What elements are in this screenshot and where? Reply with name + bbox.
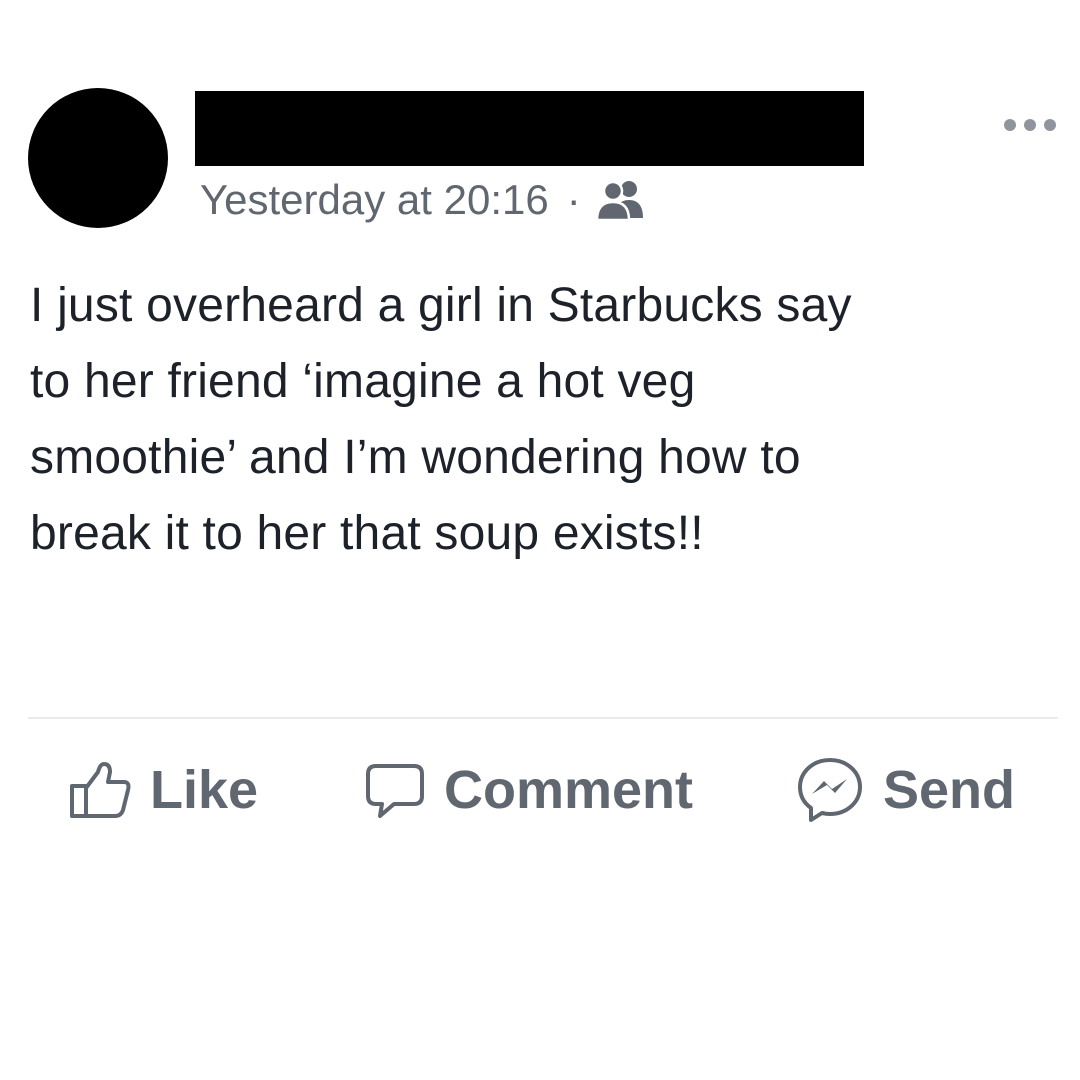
comment-button[interactable]: Comment [364, 752, 693, 828]
messenger-icon [798, 758, 862, 822]
more-horizontal-icon [1004, 119, 1056, 131]
author-name-redacted[interactable] [195, 91, 864, 166]
send-button[interactable]: Send [795, 752, 1015, 828]
more-options-button[interactable] [1000, 113, 1060, 137]
thumbs-up-icon [70, 762, 131, 818]
author-avatar[interactable] [28, 88, 168, 228]
like-button[interactable]: Like [68, 752, 258, 828]
post-meta: Yesterday at 20:16 · [200, 174, 649, 226]
post-timestamp[interactable]: Yesterday at 20:16 [200, 176, 549, 224]
meta-separator: · [566, 176, 581, 223]
comment-bubble-icon [366, 764, 424, 818]
divider [28, 717, 1058, 719]
friends-icon[interactable] [595, 178, 649, 222]
like-label: Like [150, 760, 259, 820]
send-label: Send [883, 760, 1016, 820]
post-text: I just overheard a girl in Starbucks say… [30, 279, 852, 560]
comment-label: Comment [444, 760, 694, 820]
